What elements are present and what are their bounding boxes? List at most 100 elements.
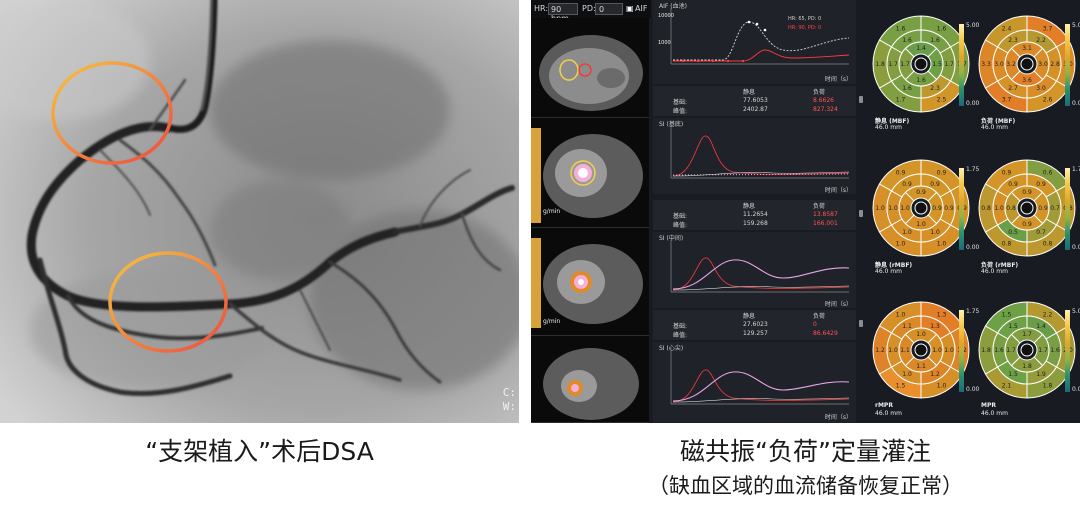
bullseye-map[interactable]: 1.61.61.72.51.71.81.61.61.72.31.61.71.41… [871, 14, 979, 154]
stats-base-rest-base: 11.2654 [743, 211, 768, 218]
segment-value: 1.0 [944, 347, 954, 354]
pd-input[interactable]: 0 [595, 3, 623, 15]
curve-chart-mid[interactable]: SI (中间) 时间（s） [653, 232, 856, 308]
segment-value: 1.7 [896, 97, 906, 104]
bullseye-graphic: 1.61.61.72.51.71.81.61.61.72.31.61.71.41… [872, 15, 970, 113]
bullseye-center [1020, 201, 1034, 215]
bullseye-map[interactable]: 1.01.31.21.01.51.21.11.31.01.21.01.01.01… [871, 300, 979, 423]
segment-value: 1.7 [1006, 347, 1016, 354]
segment-value: 2.3 [930, 85, 940, 92]
stats-aif-stress-peak: 827.324 [813, 106, 838, 113]
aif-label: AIF [635, 4, 648, 13]
segment-value: 0.9 [902, 181, 912, 188]
bullseye-graphic: 0.90.90.91.01.01.00.90.90.91.01.01.00.90… [872, 159, 970, 257]
map-size: 46.0 mm [981, 410, 1008, 417]
segment-value: 3.0 [994, 61, 1004, 68]
colorbar-max: 5.00 [1072, 308, 1080, 315]
segment-value: 0.9 [930, 181, 940, 188]
slice-unit-mid: g/min [543, 318, 561, 325]
stats-aif-rest-peak: 2402.87 [743, 106, 768, 113]
stats-mid-rest-peak: 129.257 [743, 330, 768, 337]
segment-value: 1.0 [896, 311, 906, 318]
segment-value: 2.3 [1008, 37, 1018, 44]
aif-legend-stress: HR: 90, PD: 0 [788, 25, 822, 31]
stats-base-rest-peak: 159.268 [743, 220, 768, 227]
corner-text-w: W: [502, 400, 516, 413]
segment-value: 3.7 [1043, 25, 1053, 32]
stats-base-row-peak: 峰值: [673, 222, 688, 229]
segment-value: 0.5 [1008, 229, 1018, 236]
segment-value: 1.8 [1022, 363, 1032, 370]
segment-value: 1.0 [902, 229, 912, 236]
segment-value: 1.5 [1008, 323, 1018, 330]
hr-input[interactable]: 90 bpm [548, 3, 578, 23]
segment-value: 1.0 [937, 383, 947, 390]
segment-value: 1.6 [1050, 347, 1060, 354]
bullseye-map[interactable]: 1.52.22.01.82.11.81.51.41.61.91.51.61.71… [977, 300, 1080, 423]
colorbar [959, 24, 964, 106]
mid-time-label: 时间（s） [824, 301, 852, 308]
stats-mid-col-stress: 负荷 [813, 313, 826, 320]
segment-value: 1.0 [930, 229, 940, 236]
stats-aif-stress-base: 8.6626 [813, 97, 834, 104]
bullseye-graphic: 1.01.31.21.01.51.21.11.31.01.21.01.01.01… [872, 301, 970, 399]
aif-checkbox-icon[interactable]: ▣ [626, 4, 634, 13]
segment-value: 1.5 [896, 383, 906, 390]
bullseye-map[interactable]: 0.90.60.80.80.80.80.90.90.70.70.51.00.90… [977, 158, 1080, 298]
map-size: 46.0 mm [981, 268, 1008, 275]
segment-value: 0.9 [1022, 221, 1032, 228]
stats-base-col-stress: 负荷 [813, 203, 826, 210]
segment-value: 0.8 [1006, 205, 1016, 212]
scroll-handle-2[interactable] [859, 210, 863, 217]
bullseye-map[interactable]: 2.43.73.02.63.73.32.32.22.83.02.73.03.13… [977, 14, 1080, 154]
aif-ytick-0: 10000 [658, 13, 674, 19]
curve-chart-aif[interactable]: AIF (血池) 10000 1000 HR: 65, PD: 0 HR: 90… [653, 0, 856, 84]
slice-image-mid[interactable]: g/min [531, 228, 649, 336]
segment-value: 1.6 [930, 37, 940, 44]
segment-value: 0.9 [932, 205, 942, 212]
colorbar [1065, 310, 1070, 392]
segment-value: 3.7 [1002, 97, 1012, 104]
slice-image-aif[interactable] [531, 18, 649, 118]
bullseye-center [1020, 343, 1034, 357]
segment-value: 2.8 [1050, 61, 1060, 68]
colorbar-min: 0.00 [1072, 100, 1080, 107]
stats-mid-stress-peak: 86.6429 [813, 330, 838, 337]
curve-chart-apex[interactable]: SI (心尖) 时间（s） [653, 342, 856, 423]
segment-value: 2.1 [1002, 383, 1012, 390]
segment-value: 0.7 [1050, 205, 1060, 212]
segment-value: 0.7 [1036, 229, 1046, 236]
curve-chart-base[interactable]: SI (基底) 时间（s） [653, 118, 856, 194]
slice-image-apex[interactable] [531, 336, 649, 423]
stats-aif-col-stress: 负荷 [813, 89, 826, 96]
segment-value: 0.9 [916, 189, 926, 196]
map-size: 46.0 mm [875, 410, 902, 417]
stats-aif-row-peak: 峰值: [673, 108, 688, 115]
stats-mid-rest-base: 27.6023 [743, 321, 768, 328]
scroll-handle-3[interactable] [859, 320, 863, 327]
segment-value: 1.5 [932, 61, 942, 68]
segment-value: 1.0 [896, 241, 906, 248]
segment-value: 1.0 [937, 241, 947, 248]
segment-value: 1.8 [981, 347, 991, 354]
apex-slice-graphic [543, 348, 639, 420]
segment-value: 1.6 [902, 37, 912, 44]
segment-value: 1.0 [902, 371, 912, 378]
segment-value: 0.9 [937, 169, 947, 176]
segment-value: 1.9 [1036, 371, 1046, 378]
curve-title-mid: SI (中间) [659, 235, 684, 242]
segment-value: 3.0 [1036, 85, 1046, 92]
colorbar [959, 310, 964, 392]
colorbar [959, 168, 964, 250]
bullseye-map[interactable]: 0.90.90.91.01.01.00.90.90.91.01.01.00.90… [871, 158, 979, 298]
map-size: 46.0 mm [981, 124, 1008, 131]
stats-mid-row-peak: 峰值: [673, 332, 688, 339]
stats-base-stress-base: 13.8587 [813, 211, 838, 218]
segment-value: 1.5 [1002, 311, 1012, 318]
slice-image-base[interactable]: g/min [531, 118, 649, 228]
scroll-handle-1[interactable] [859, 96, 863, 103]
colorbar [1065, 168, 1070, 250]
mid-curve-graphic [670, 240, 850, 293]
segment-value: 1.8 [1043, 383, 1053, 390]
segment-value: 3.3 [981, 61, 991, 68]
